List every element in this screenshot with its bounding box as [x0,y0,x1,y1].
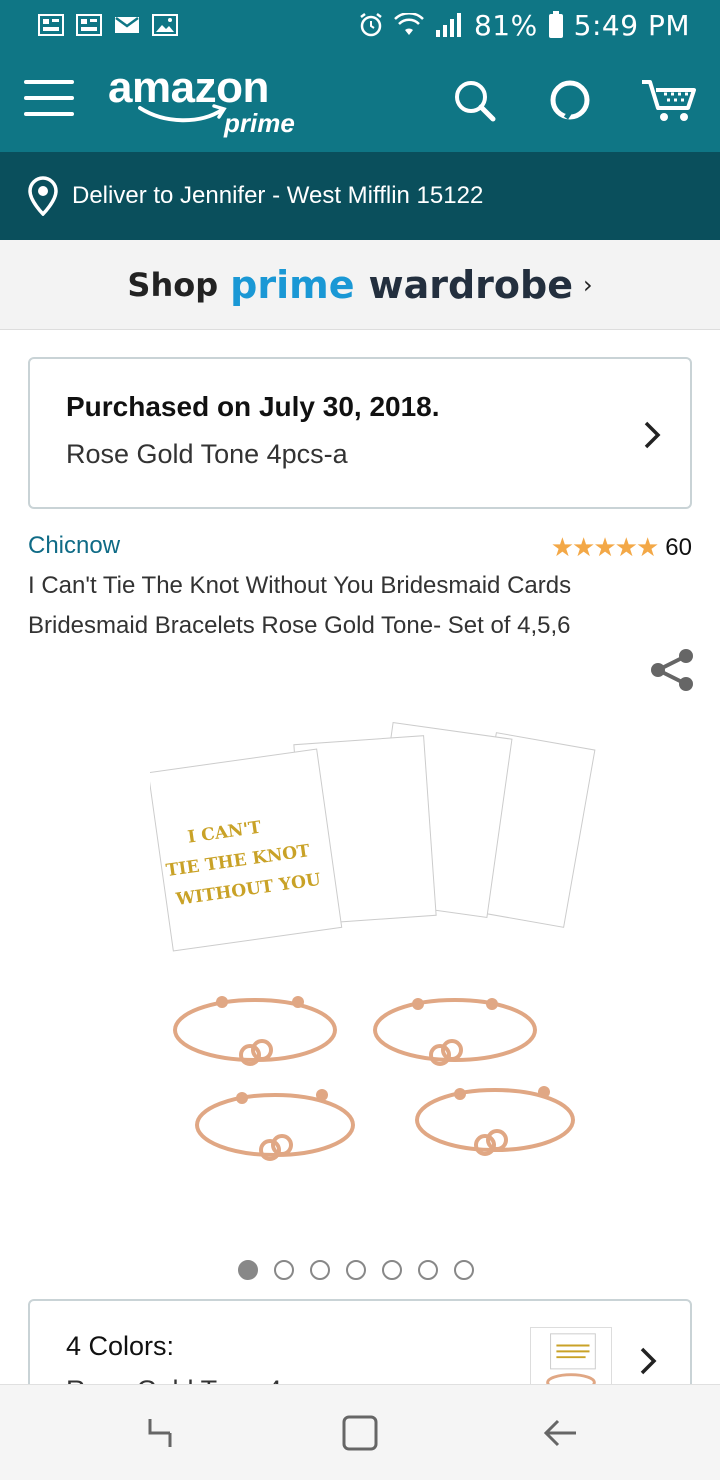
clock: 5:49 PM [573,8,690,42]
brand-link[interactable]: Chicnow [28,532,120,560]
signal-icon [435,13,461,37]
system-nav-bar [0,1384,720,1480]
menu-icon[interactable] [24,80,74,120]
search-icon[interactable] [450,76,498,124]
bracelet-beads [216,996,550,1104]
amazon-prime-logo[interactable]: amazon prime [108,62,295,138]
gallery-icon [152,14,178,36]
chevron-right-icon [644,421,661,449]
notification-icons [38,14,178,36]
purchase-variant: Rose Gold Tone 4pcs-a [66,439,348,469]
share-icon[interactable] [648,646,696,694]
back-icon[interactable] [540,1413,580,1453]
recent-apps-icon[interactable] [140,1413,180,1453]
colors-label: 4 Colors: [66,1331,175,1361]
carousel-dot[interactable] [454,1260,474,1280]
rating-summary[interactable]: ★★★★★ 60 [551,532,692,563]
star-rating-icon: ★★★★★ [550,532,660,562]
logo-sub: prime [224,108,295,138]
carousel-dot[interactable] [418,1260,438,1280]
product-title: I Can't Tie The Knot Without You Bridesm… [28,572,572,639]
carousel-dot[interactable] [382,1260,402,1280]
carousel-dot[interactable] [274,1260,294,1280]
wifi-icon [394,13,424,35]
app-header: amazon prime [0,50,720,152]
delivery-text: Deliver to Jennifer - West Mifflin 15122 [72,182,484,209]
smile-icon [138,104,227,123]
cart-icon[interactable] [640,76,700,124]
banner-prime: prime [230,262,355,307]
chevron-right-icon: › [582,270,593,299]
product-image[interactable]: I CAN'T TIE THE KNOT WITHOUT YOU [150,710,610,1180]
banner-wardrobe: wardrobe [368,262,573,307]
location-pin-icon [28,176,58,216]
battery-icon [548,11,563,38]
bracelets [173,998,575,1161]
status-bar: 81% 5:49 PM [0,0,720,50]
banner-shop: Shop [127,265,219,304]
app-icon [76,14,102,36]
purchase-date: Purchased on July 30, 2018. [66,391,440,422]
review-count: 60 [665,533,692,561]
prime-wardrobe-banner[interactable]: Shop prime wardrobe › [0,240,720,330]
image-carousel-dots[interactable] [238,1260,474,1280]
delivery-bar[interactable]: Deliver to Jennifer - West Mifflin 15122 [0,152,720,240]
purchase-history-card[interactable]: Purchased on July 30, 2018. Rose Gold To… [28,357,692,509]
chevron-right-icon [640,1347,657,1375]
mail-icon [115,16,139,33]
system-status: 81% 5:49 PM [358,9,690,42]
carousel-dot[interactable] [346,1260,366,1280]
home-icon[interactable] [340,1413,380,1453]
alarm-icon [360,13,382,37]
carousel-dot[interactable] [238,1260,258,1280]
alexa-icon[interactable] [546,76,594,124]
carousel-dot[interactable] [310,1260,330,1280]
app-icon [38,14,64,36]
battery-percent: 81% [473,8,538,42]
